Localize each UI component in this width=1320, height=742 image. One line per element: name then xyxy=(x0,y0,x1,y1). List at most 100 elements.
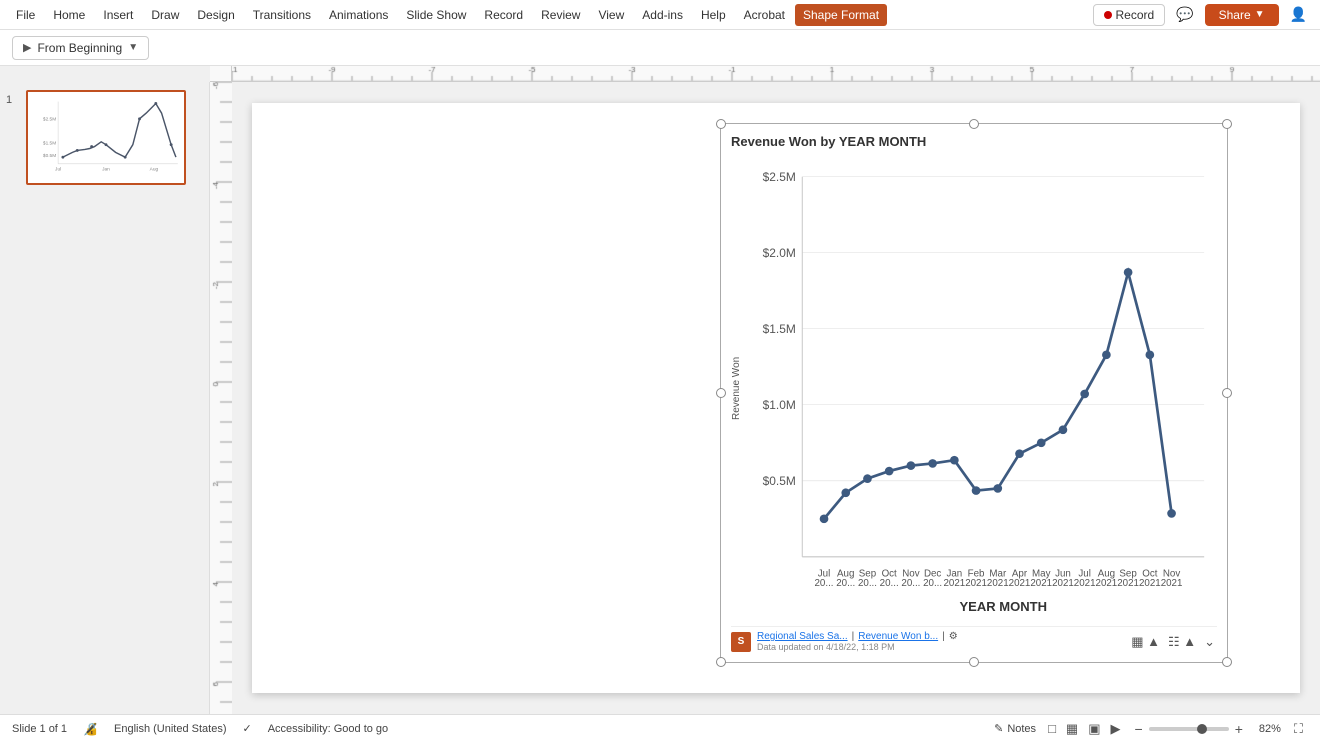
menu-animations[interactable]: Animations xyxy=(321,4,396,26)
menu-addins[interactable]: Add-ins xyxy=(634,4,691,26)
menu-slideshow[interactable]: Slide Show xyxy=(398,4,474,26)
svg-text:$2.0M: $2.0M xyxy=(763,246,796,260)
handle-top-left[interactable] xyxy=(716,119,726,129)
svg-text:$2.5M: $2.5M xyxy=(763,170,796,184)
menu-review[interactable]: Review xyxy=(533,4,588,26)
source-link[interactable]: Regional Sales Sa... xyxy=(757,631,848,642)
ruler-corner xyxy=(210,66,232,82)
menu-bar: File Home Insert Draw Design Transitions… xyxy=(0,0,1320,30)
settings-link[interactable]: ⚙ xyxy=(949,631,958,642)
svg-text:2021: 2021 xyxy=(1096,578,1118,589)
svg-text:Aug: Aug xyxy=(150,167,159,173)
chart-footer-info: Regional Sales Sa... | Revenue Won b... … xyxy=(757,631,958,652)
handle-top-center[interactable] xyxy=(969,119,979,129)
handle-bot-left[interactable] xyxy=(716,657,726,667)
record-button[interactable]: Record xyxy=(1093,4,1166,26)
comment-button[interactable]: 💬 xyxy=(1171,3,1198,26)
slideshow-button[interactable]: ▶ xyxy=(1107,719,1125,739)
status-bar-right: ✎ Notes □ ▦ ▣ ▶ − + 82% ⛶ xyxy=(994,718,1308,740)
main-layout: 1 xyxy=(0,82,1320,714)
svg-text:$0.5M: $0.5M xyxy=(763,474,796,488)
svg-text:Jul: Jul xyxy=(55,167,61,173)
svg-text:YEAR MONTH: YEAR MONTH xyxy=(959,599,1047,614)
normal-view-button[interactable]: □ xyxy=(1044,719,1060,739)
menu-transitions[interactable]: Transitions xyxy=(245,4,319,26)
chart-plot: $2.5M $2.0M $1.5M $1.0M $0.5M xyxy=(746,155,1217,622)
menu-help[interactable]: Help xyxy=(693,4,734,26)
chart-type-button[interactable]: ▦ ▲ xyxy=(1129,632,1162,652)
chart-title: Revenue Won by YEAR MONTH xyxy=(731,134,1217,149)
menu-file[interactable]: File xyxy=(8,4,43,26)
play-icon: ▶ xyxy=(23,41,31,54)
svg-text:2021: 2021 xyxy=(1139,578,1161,589)
zoom-slider[interactable] xyxy=(1149,727,1229,731)
menu-acrobat[interactable]: Acrobat xyxy=(736,4,793,26)
notes-icon: 🔏 xyxy=(83,722,98,736)
menu-view[interactable]: View xyxy=(590,4,632,26)
handle-bot-center[interactable] xyxy=(969,657,979,667)
menu-draw[interactable]: Draw xyxy=(143,4,187,26)
share-button[interactable]: Share ▼ xyxy=(1205,4,1279,26)
svg-text:20...: 20... xyxy=(858,578,877,589)
share-label: Share xyxy=(1219,8,1251,22)
menu-insert[interactable]: Insert xyxy=(95,4,141,26)
svg-text:2021: 2021 xyxy=(1074,578,1096,589)
svg-text:$1.5M: $1.5M xyxy=(43,141,56,147)
notes-label: Notes xyxy=(1007,723,1036,735)
handle-bot-right[interactable] xyxy=(1222,657,1232,667)
slide-canvas: Revenue Won by YEAR MONTH Revenue Won xyxy=(252,103,1300,693)
chart-object[interactable]: Revenue Won by YEAR MONTH Revenue Won xyxy=(720,123,1228,663)
zoom-slider-thumb xyxy=(1197,724,1207,734)
chart-footer-left: S Regional Sales Sa... | Revenue Won b..… xyxy=(731,631,958,652)
accessibility-label: Accessibility: Good to go xyxy=(268,723,388,735)
zoom-controls: − + 82% xyxy=(1133,721,1281,737)
fit-slide-button[interactable]: ⛶ xyxy=(1289,718,1308,740)
slide-sorter-button[interactable]: ▦ xyxy=(1062,719,1082,739)
svg-text:$0.5M: $0.5M xyxy=(43,153,56,159)
slide-number-1: 1 xyxy=(6,90,20,106)
svg-text:20...: 20... xyxy=(923,578,942,589)
svg-text:2021: 2021 xyxy=(965,578,987,589)
thumbnail-chart: Jul Jan Aug $2.5M $1.5M $0.5M xyxy=(28,92,184,183)
reading-view-button[interactable]: ▣ xyxy=(1084,719,1104,739)
handle-mid-right[interactable] xyxy=(1222,388,1232,398)
handle-top-right[interactable] xyxy=(1222,119,1232,129)
zoom-percentage: 82% xyxy=(1249,723,1281,735)
svg-text:2021: 2021 xyxy=(987,578,1009,589)
status-bar: Slide 1 of 1 🔏 English (United States) ✓… xyxy=(0,714,1320,742)
datasource-icon: S xyxy=(731,632,751,652)
svg-text:2021: 2021 xyxy=(1009,578,1031,589)
accessibility-check-icon: ✓ xyxy=(243,722,252,735)
profile-button[interactable]: 👤 xyxy=(1285,3,1312,26)
zoom-in-button[interactable]: + xyxy=(1233,721,1245,737)
canvas-area[interactable]: Revenue Won by YEAR MONTH Revenue Won xyxy=(232,82,1320,714)
slide-thumbnail-1[interactable]: Jul Jan Aug $2.5M $1.5M $0.5M xyxy=(26,90,186,185)
slide-1-container: 1 xyxy=(6,90,203,185)
chart-table-button[interactable]: ☷ ▲ xyxy=(1166,632,1198,652)
menu-design[interactable]: Design xyxy=(189,4,242,26)
chart-body: Revenue Won xyxy=(731,155,1217,622)
from-beginning-button[interactable]: ▶ From Beginning ▼ xyxy=(12,36,149,60)
vertical-ruler xyxy=(210,82,232,714)
menu-shape-format[interactable]: Shape Format xyxy=(795,4,887,26)
horizontal-ruler xyxy=(232,66,1320,82)
chart-more-button[interactable]: ⌄ xyxy=(1202,632,1217,652)
handle-mid-left[interactable] xyxy=(716,388,726,398)
horizontal-ruler-area xyxy=(210,66,1320,82)
share-chevron-icon: ▼ xyxy=(1255,9,1265,20)
menu-home[interactable]: Home xyxy=(45,4,93,26)
menu-record[interactable]: Record xyxy=(476,4,531,26)
slide-info: Slide 1 of 1 xyxy=(12,723,67,735)
notes-button[interactable]: ✎ Notes xyxy=(994,722,1036,735)
svg-text:20...: 20... xyxy=(836,578,855,589)
y-axis-label: Revenue Won xyxy=(731,155,742,622)
footer-controls: ▦ ▲ ☷ ▲ ⌄ xyxy=(1129,632,1217,652)
svg-text:$1.5M: $1.5M xyxy=(763,322,796,336)
svg-text:20...: 20... xyxy=(815,578,834,589)
zoom-out-button[interactable]: − xyxy=(1133,721,1145,737)
horizontal-ruler-canvas xyxy=(232,66,1320,82)
slides-panel: 1 xyxy=(0,82,210,714)
metric-link[interactable]: Revenue Won b... xyxy=(858,631,938,642)
svg-text:2021: 2021 xyxy=(1117,578,1139,589)
view-buttons: □ ▦ ▣ ▶ xyxy=(1044,719,1124,739)
